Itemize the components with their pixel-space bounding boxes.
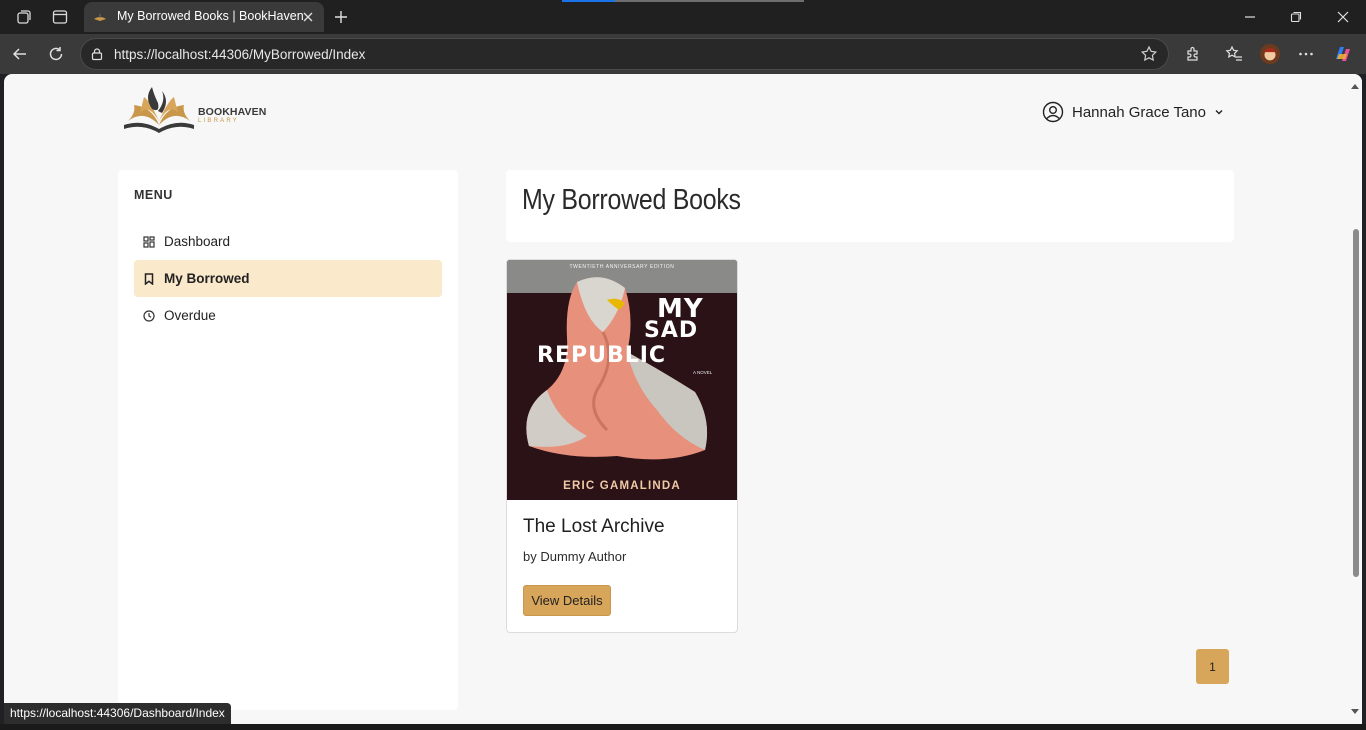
- book-cover-image[interactable]: TWENTIETH ANNIVERSARY EDITION MY SAD REP…: [507, 260, 737, 500]
- book-title: The Lost Archive: [523, 516, 665, 537]
- lock-icon[interactable]: [90, 47, 104, 61]
- new-tab-icon[interactable]: [331, 7, 351, 27]
- dashboard-icon: [143, 235, 155, 248]
- bookhaven-logo[interactable]: BOOKHAVEN LIBRARY: [122, 83, 266, 139]
- user-name: Hannah Grace Tano: [1072, 103, 1206, 121]
- book-logo-icon: [124, 87, 194, 133]
- cover-title-line: REPUBLIC: [537, 343, 667, 368]
- favorites-icon[interactable]: [1223, 43, 1245, 65]
- cover-title-line: SAD: [644, 318, 699, 343]
- copilot-icon[interactable]: [1332, 43, 1354, 65]
- book-author: by Dummy Author: [523, 549, 627, 564]
- sidebar: MENU Dashboard My Borrowed Overdue: [118, 170, 458, 710]
- pagination-page-1[interactable]: 1: [1196, 649, 1229, 684]
- user-menu[interactable]: Hannah Grace Tano: [1042, 100, 1224, 124]
- cover-subtitle: A NOVEL: [693, 370, 713, 375]
- sidebar-item-my-borrowed[interactable]: My Borrowed: [134, 260, 442, 297]
- chevron-down-icon: [1215, 110, 1223, 115]
- favorite-star-icon[interactable]: [1140, 45, 1158, 63]
- clock-icon: [143, 309, 155, 322]
- restore-icon[interactable]: [1287, 8, 1305, 26]
- page-viewport: BOOKHAVEN LIBRARY Hannah Grace Tano MENU…: [4, 74, 1362, 724]
- browser-tab-active[interactable]: My Borrowed Books | BookHaven: [84, 2, 324, 32]
- window-bottom-edge: [0, 724, 1366, 730]
- sidebar-item-overdue[interactable]: Overdue: [134, 297, 442, 334]
- sidebar-item-dashboard[interactable]: Dashboard: [134, 223, 442, 260]
- link-status-bar: https://localhost:44306/Dashboard/Index: [4, 703, 231, 724]
- user-circle-icon: [1042, 101, 1064, 123]
- tab-title: My Borrowed Books | BookHaven: [117, 9, 304, 23]
- browser-toolbar: https://localhost:44306/MyBorrowed/Index: [0, 34, 1366, 74]
- close-window-icon[interactable]: [1334, 8, 1352, 26]
- sidebar-item-label: Overdue: [164, 308, 216, 323]
- profile-avatar[interactable]: [1259, 43, 1281, 65]
- cover-author-text: ERIC GAMALINDA: [563, 480, 681, 492]
- scrollbar-thumb[interactable]: [1353, 229, 1359, 577]
- logo-wordmark: BOOKHAVEN: [198, 106, 267, 118]
- reload-icon[interactable]: [45, 43, 67, 65]
- back-icon[interactable]: [9, 43, 31, 65]
- minimize-icon[interactable]: [1241, 8, 1259, 26]
- url-text[interactable]: https://localhost:44306/MyBorrowed/Index: [114, 47, 365, 62]
- page-scrollbar[interactable]: [1348, 74, 1362, 724]
- address-bar[interactable]: https://localhost:44306/MyBorrowed/Index: [80, 38, 1169, 70]
- sidebar-title: MENU: [134, 188, 173, 202]
- sidebar-item-label: My Borrowed: [164, 271, 250, 286]
- page-title: My Borrowed Books: [522, 184, 741, 216]
- browser-tab-bar: My Borrowed Books | BookHaven: [0, 0, 1366, 34]
- close-tab-icon[interactable]: [300, 9, 316, 25]
- bookhaven-favicon-icon: [94, 13, 106, 21]
- scroll-down-arrow-icon[interactable]: [1351, 709, 1359, 714]
- scroll-up-arrow-icon[interactable]: [1351, 84, 1359, 89]
- page-load-progress-fill: [562, 0, 616, 2]
- more-menu-icon[interactable]: [1295, 43, 1317, 65]
- workspaces-icon[interactable]: [13, 6, 35, 28]
- logo-subtitle: LIBRARY: [198, 118, 239, 124]
- extensions-icon[interactable]: [1182, 43, 1204, 65]
- tab-actions-icon[interactable]: [49, 6, 71, 28]
- page-header: My Borrowed Books: [506, 170, 1234, 242]
- book-card: TWENTIETH ANNIVERSARY EDITION MY SAD REP…: [506, 259, 738, 633]
- view-details-button[interactable]: View Details: [523, 585, 611, 616]
- sidebar-item-label: Dashboard: [164, 234, 231, 249]
- page-load-progress: [562, 0, 804, 2]
- bookmark-icon: [143, 272, 155, 285]
